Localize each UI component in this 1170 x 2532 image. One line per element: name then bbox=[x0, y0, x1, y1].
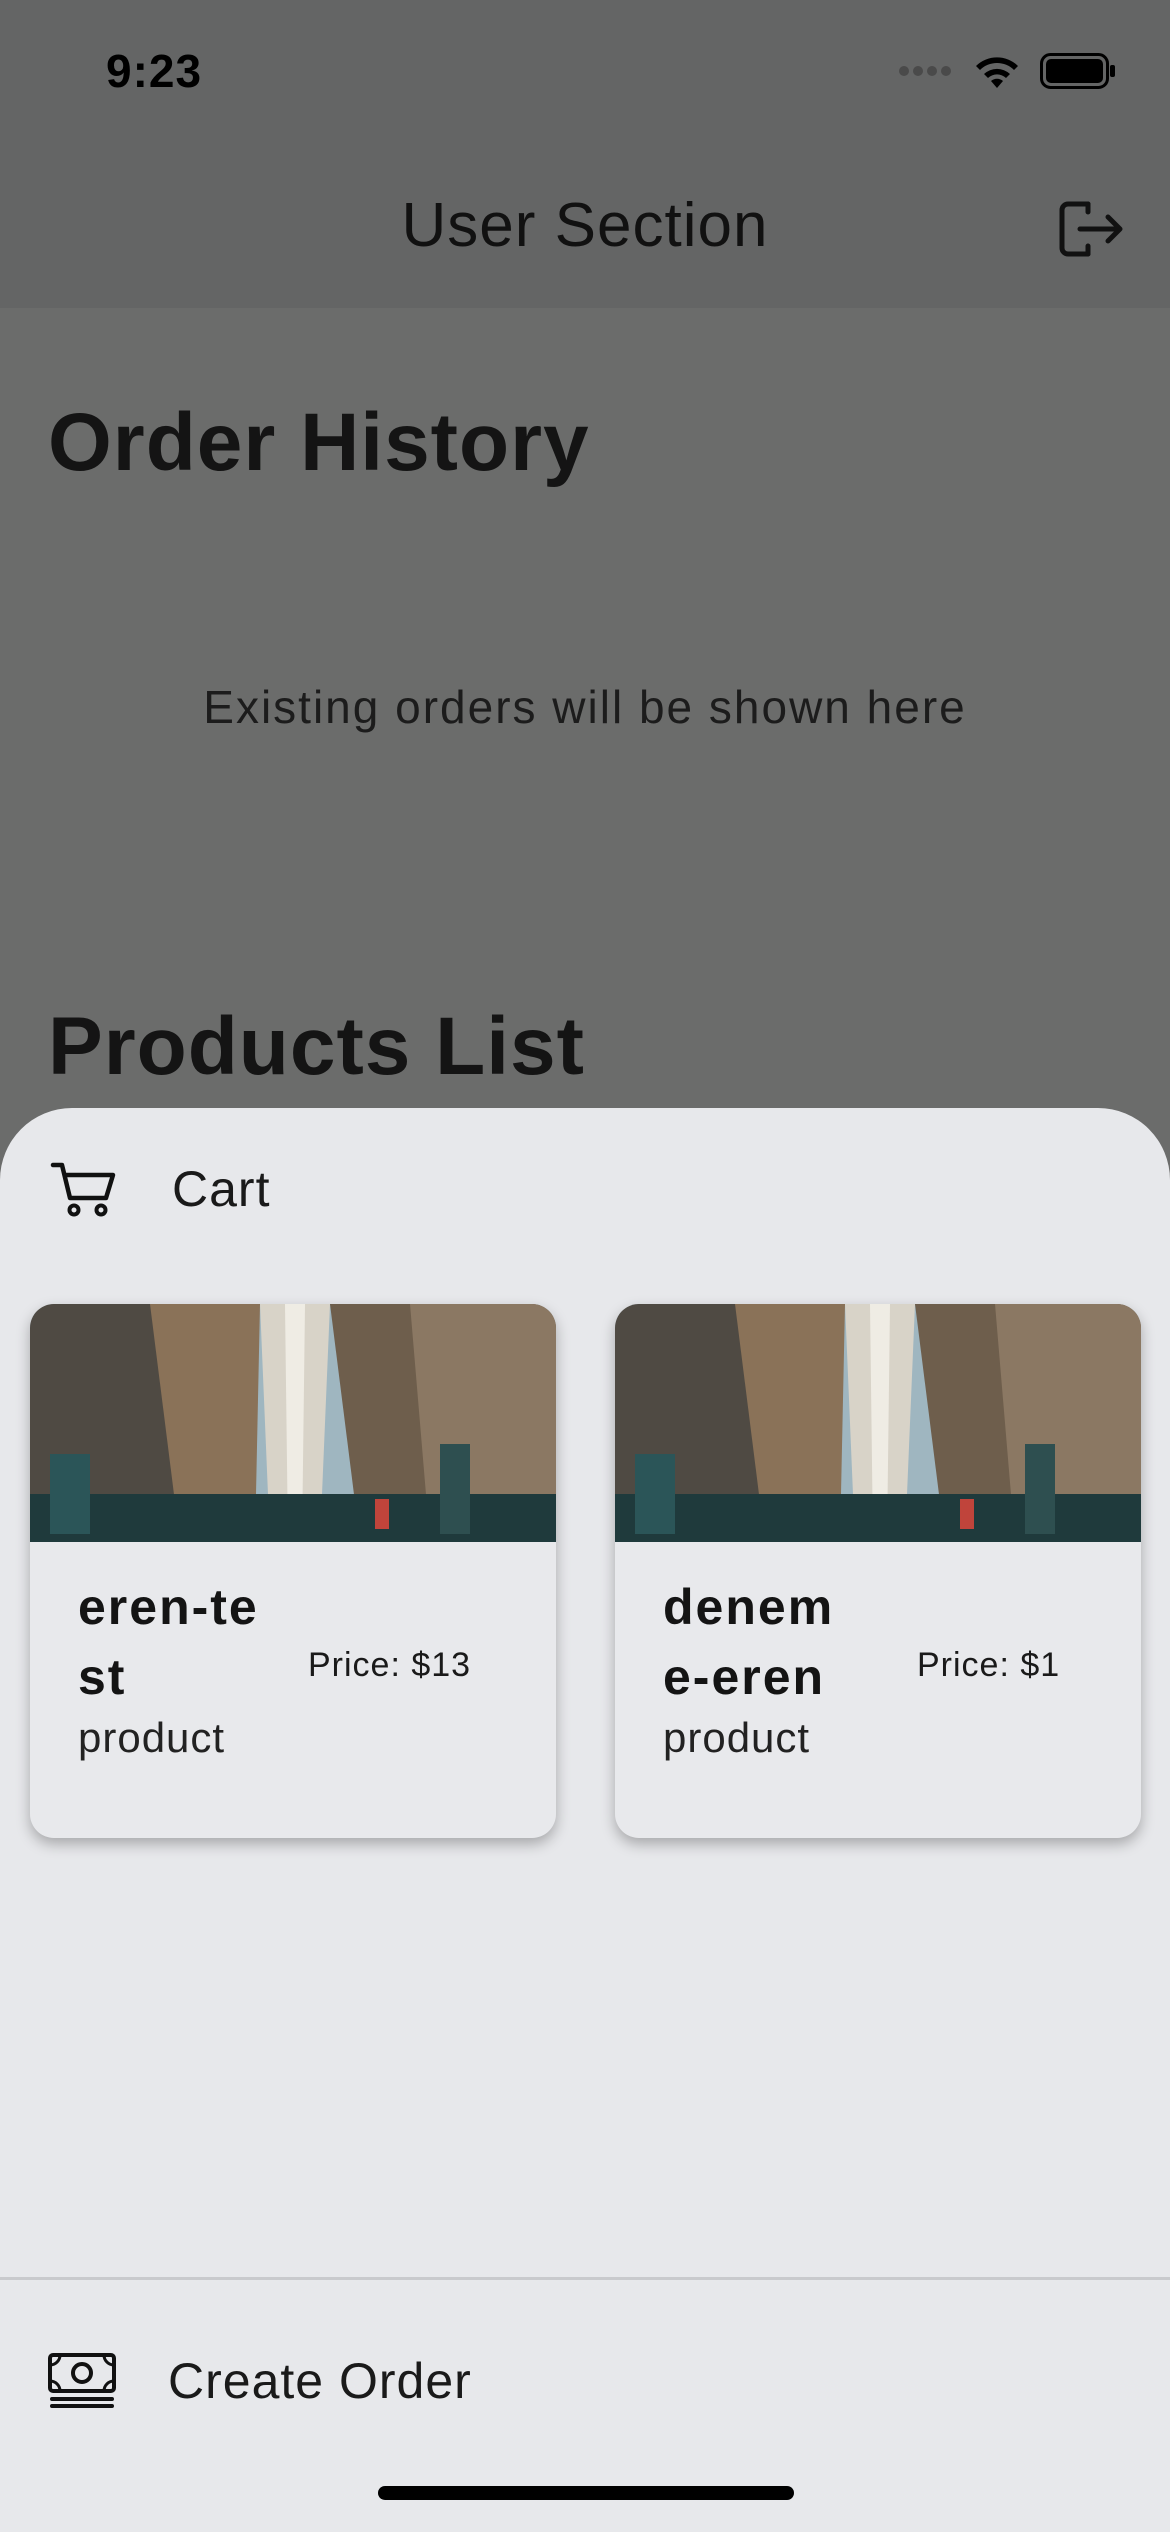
battery-icon bbox=[1040, 53, 1115, 89]
product-name: eren-test bbox=[78, 1579, 259, 1705]
app-bar: User Section bbox=[0, 150, 1170, 308]
status-time: 9:23 bbox=[106, 45, 203, 97]
product-price: Price: $1 bbox=[917, 1646, 1061, 1684]
product-image bbox=[615, 1304, 1141, 1542]
product-card[interactable]: eren-test product Price: $13 bbox=[30, 1304, 556, 1838]
product-name: deneme-eren bbox=[663, 1579, 835, 1705]
wifi-icon bbox=[976, 57, 1018, 88]
empty-orders-message: Existing orders will be shown here bbox=[203, 681, 967, 733]
status-icons bbox=[898, 52, 1116, 90]
divider bbox=[0, 2277, 1170, 2280]
product-card[interactable]: deneme-eren product Price: $1 bbox=[615, 1304, 1141, 1838]
product-type: product bbox=[663, 1714, 811, 1761]
cart-label: Cart bbox=[172, 1161, 271, 1217]
product-type: product bbox=[78, 1714, 226, 1761]
logout-button[interactable] bbox=[1056, 198, 1128, 260]
create-order-button[interactable]: Create Order bbox=[48, 2352, 472, 2410]
create-order-label: Create Order bbox=[168, 2353, 472, 2409]
cart-icon bbox=[50, 1162, 116, 1217]
page-title: User Section bbox=[401, 191, 769, 260]
cart-bottom-sheet: Cart eren-test product Price: $13 deneme… bbox=[0, 1108, 1170, 2532]
cart-header: Cart bbox=[50, 1160, 270, 1218]
product-image bbox=[30, 1304, 556, 1542]
status-bar: 9:23 bbox=[0, 0, 1170, 150]
order-history-title: Order History bbox=[48, 397, 590, 488]
money-icon bbox=[48, 2353, 116, 2408]
logout-icon bbox=[1059, 201, 1123, 257]
product-price: Price: $13 bbox=[308, 1646, 472, 1684]
products-list-title: Products List bbox=[48, 1001, 585, 1092]
home-indicator bbox=[378, 2486, 794, 2500]
signal-dots-icon bbox=[899, 66, 951, 76]
